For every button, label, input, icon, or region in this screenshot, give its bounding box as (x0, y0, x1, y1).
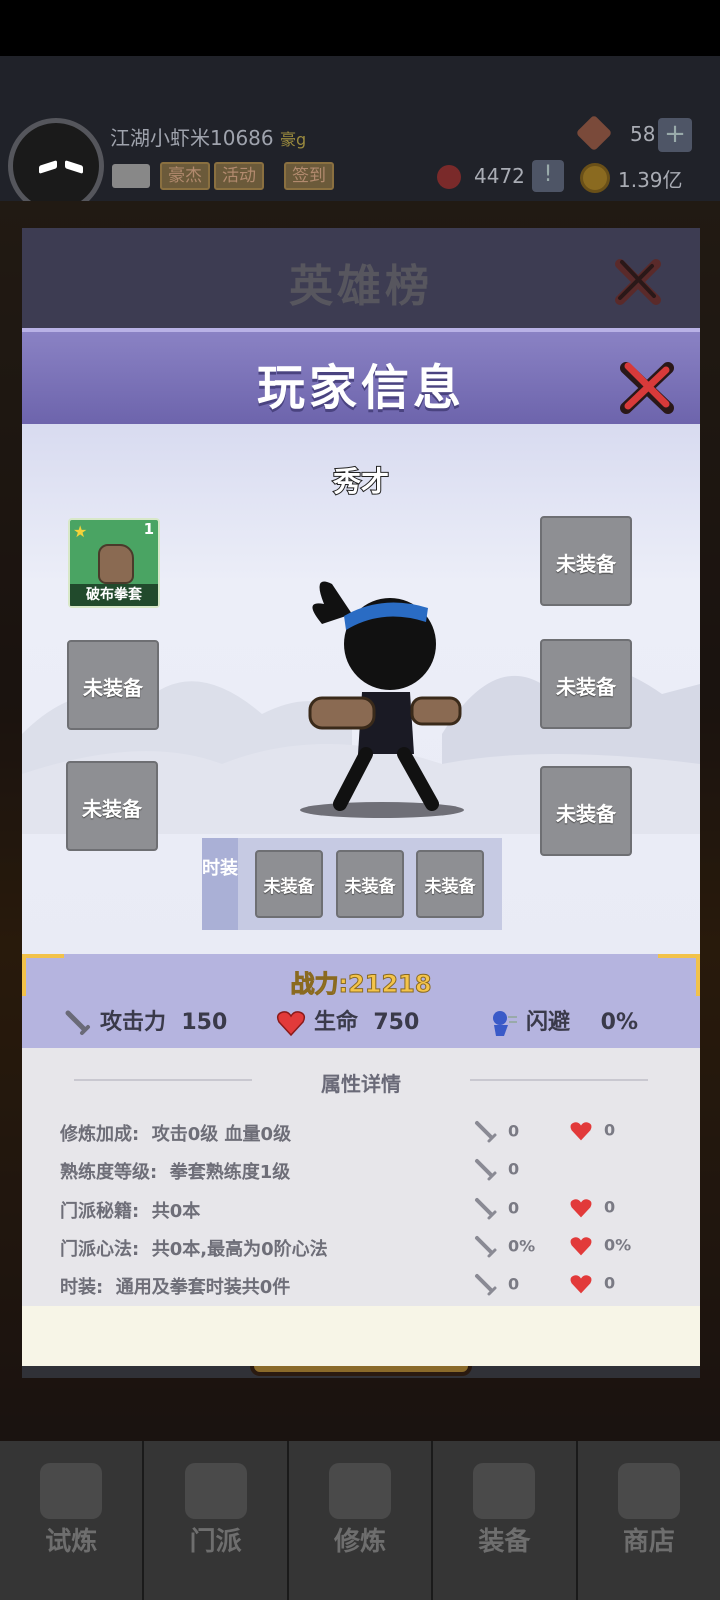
nav-sect[interactable]: 门派 (144, 1441, 289, 1600)
sword-icon (475, 1121, 497, 1143)
fashion-hp: 0 (568, 1273, 615, 1295)
equip-slot-right-2[interactable]: 未装备 (540, 639, 632, 729)
checkin-button[interactable]: 签到 (284, 162, 334, 190)
honor-icon (437, 165, 461, 189)
heart-icon (276, 1011, 306, 1037)
equip-slot-left-2[interactable]: 未装备 (67, 640, 159, 730)
equipped-glove-slot[interactable]: ★ 1 破布拳套 (68, 518, 160, 608)
events-button[interactable]: 活动 (214, 162, 264, 190)
modal-header: 玩家信息 (22, 328, 700, 424)
nav-equipment[interactable]: 装备 (433, 1441, 578, 1600)
training-atk: 0 (474, 1120, 519, 1144)
fashion-label: 时装 (202, 838, 238, 930)
proficiency-atk: 0 (474, 1158, 519, 1182)
gem-count: 58 (630, 122, 656, 146)
dodge-stat: 闪避 0% (488, 1004, 638, 1037)
heart-icon (570, 1199, 592, 1218)
gold-coin-icon (580, 163, 610, 193)
nav-shop[interactable]: 商店 (577, 1441, 720, 1600)
attribute-detail-panel: 属性详情 修炼加成: 攻击0级 血量0级 熟练度等级: 拳套熟练度1级 门派秘籍… (22, 1048, 700, 1306)
leaderboard-header: 英雄榜 (22, 228, 700, 328)
add-gems-button[interactable]: + (658, 118, 692, 152)
top-bar (0, 56, 720, 201)
equip-slot-right-1[interactable]: 未装备 (540, 516, 632, 606)
fashion-slot-3[interactable]: 未装备 (416, 850, 484, 918)
player-rank: 秀才 (332, 464, 390, 499)
detail-row-proficiency: 熟练度等级: 拳套熟练度1级 (60, 1162, 291, 1183)
mail-icon[interactable] (112, 164, 150, 188)
book-icon (329, 1463, 392, 1519)
heart-icon (570, 1275, 592, 1294)
modal-title: 玩家信息 (256, 360, 465, 416)
player-info-modal: 玩家信息 秀才 ★ 1 破布拳套 未装备 未装备 未装备 未装备 未装备 时装 … (22, 328, 700, 1366)
character-panel: 秀才 ★ 1 破布拳套 未装备 未装备 未装备 未装备 未装备 时装 未装备 未… (22, 424, 700, 954)
leaderboard-title: 英雄榜 (289, 261, 433, 312)
combat-power: 战力:21218 (290, 970, 432, 999)
fashion-atk: 0 (474, 1273, 519, 1297)
dodge-ninja-icon (493, 1011, 517, 1036)
detail-row-training: 修炼加成: 攻击0级 血量0级 (60, 1124, 292, 1145)
detail-row-sect-books: 门派秘籍: 共0本 (60, 1201, 201, 1222)
sword-icon (65, 1010, 90, 1035)
detail-row-fashion: 时装: 通用及拳套时装共0件 (60, 1277, 291, 1298)
sword-icon (475, 1274, 497, 1296)
detail-row-sect-mind: 门派心法: 共0本,最高为0阶心法 (60, 1239, 328, 1260)
honor-count: 4472 (474, 164, 525, 188)
heroes-button[interactable]: 豪杰 (160, 162, 210, 190)
gold-count: 1.39亿 (618, 168, 683, 192)
star-icon: ★ (73, 522, 88, 541)
heart-icon (570, 1237, 592, 1256)
temple-icon (184, 1463, 247, 1519)
sect-books-hp: 0 (568, 1197, 615, 1219)
sect-books-atk: 0 (474, 1197, 519, 1221)
sword-icon (475, 1236, 497, 1258)
player-name: 江湖小虾米10686 豪g (110, 126, 307, 150)
training-hp: 0 (568, 1120, 615, 1142)
sect-mind-atk: 0% (474, 1235, 535, 1259)
player-tag: 豪g (279, 130, 307, 149)
item-level: 1 (143, 520, 154, 538)
sword-icon (475, 1198, 497, 1220)
power-panel: 战力:21218 攻击力 150 生命 750 闪避 0% (22, 954, 700, 1048)
equip-slot-right-3[interactable]: 未装备 (540, 766, 632, 856)
heart-icon (570, 1122, 592, 1141)
nav-cultivate[interactable]: 修炼 (288, 1441, 434, 1600)
leaderboard-close-icon[interactable] (612, 256, 664, 308)
bottom-nav: 试炼 门派 修炼 装备 商店 (0, 1441, 720, 1600)
ninja-icon (40, 1463, 103, 1519)
sect-mind-hp: 0% (568, 1235, 631, 1257)
status-bar (0, 0, 720, 56)
fashion-slot-2[interactable]: 未装备 (336, 850, 404, 918)
modal-footer (22, 1306, 700, 1366)
player-character (300, 581, 464, 818)
divider-right (470, 1079, 648, 1081)
glove-icon (98, 544, 134, 584)
equip-slot-left-3[interactable]: 未装备 (66, 761, 158, 851)
fashion-bar: 时装 未装备 未装备 未装备 (202, 838, 502, 930)
fashion-slot-1[interactable]: 未装备 (255, 850, 323, 918)
attack-stat: 攻击力 150 (64, 1004, 227, 1037)
info-button[interactable]: ! (532, 160, 564, 192)
nav-trial[interactable]: 试炼 (0, 1441, 145, 1600)
hp-stat: 生命 750 (276, 1004, 419, 1037)
close-icon[interactable] (618, 358, 676, 416)
shop-icon (617, 1463, 680, 1519)
swords-icon (473, 1463, 536, 1519)
player-avatar[interactable] (8, 118, 104, 214)
item-name: 破布拳套 (70, 584, 158, 606)
detail-title: 属性详情 (321, 1072, 401, 1096)
sword-icon (475, 1159, 497, 1181)
